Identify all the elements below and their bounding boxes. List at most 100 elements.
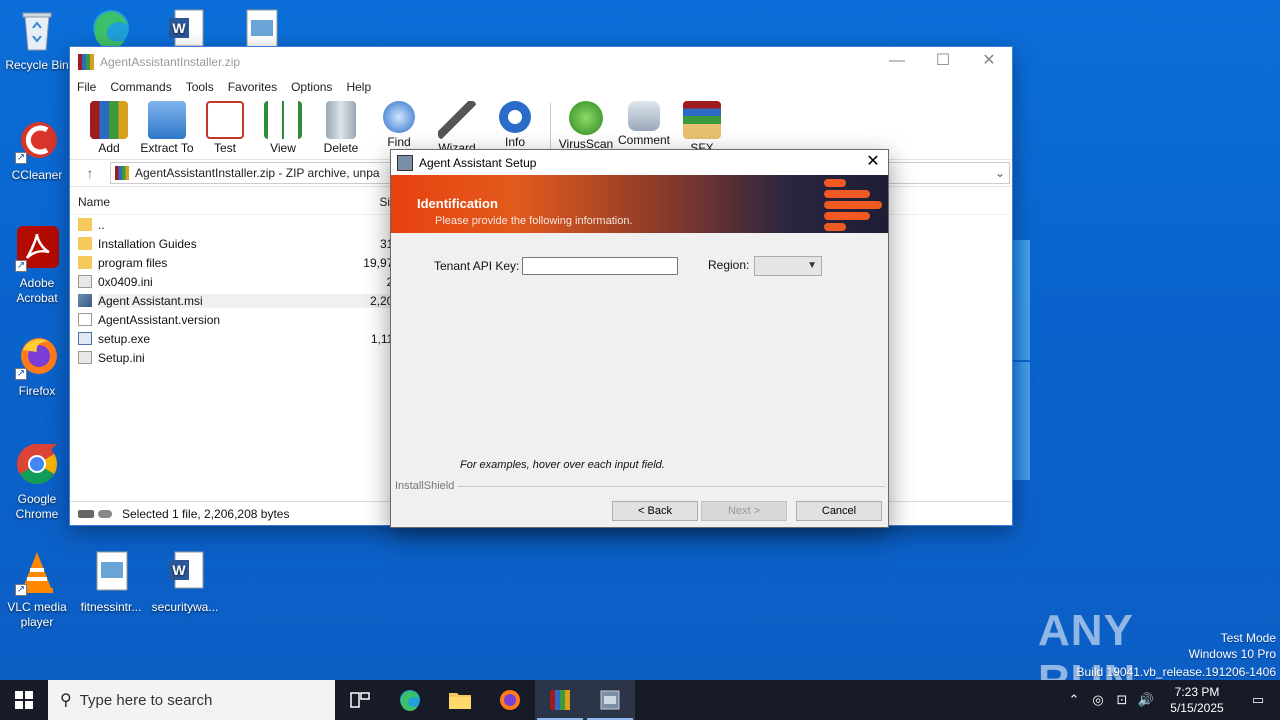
api-key-input[interactable]	[522, 257, 678, 275]
maximize-button[interactable]: ☐	[920, 47, 966, 77]
desktop-icon-label: Adobe Acrobat	[16, 276, 58, 305]
product-logo-icon	[820, 177, 884, 231]
minimize-button[interactable]: —	[874, 47, 920, 77]
menu-help[interactable]: Help	[346, 80, 371, 94]
test-clipboard-icon	[206, 101, 244, 139]
shortcut-arrow-icon: ↗	[15, 368, 27, 380]
desktop-icon-adobe-acrobat[interactable]: ↗ Adobe Acrobat	[0, 224, 74, 306]
menu-commands[interactable]: Commands	[110, 80, 171, 94]
region-label: Region:	[708, 258, 750, 272]
word-document-icon: W	[161, 548, 209, 596]
toolbar-virusscan-button[interactable]: VirusScan	[557, 101, 615, 151]
firefox-icon	[500, 690, 520, 710]
toolbar-label: Delete	[323, 141, 359, 155]
column-header-size[interactable]: Si	[328, 195, 390, 209]
taskbar-setup[interactable]	[585, 680, 635, 720]
desktop-icon-security-doc[interactable]: W securitywa...	[148, 548, 222, 615]
clock-time: 7:23 PM	[1174, 685, 1220, 699]
taskbar-file-explorer[interactable]	[435, 680, 485, 720]
desktop-icon-firefox[interactable]: ↗ Firefox	[0, 332, 74, 399]
adobe-acrobat-icon: ↗	[13, 224, 61, 272]
svg-text:W: W	[172, 20, 186, 36]
winrar-icon	[550, 690, 570, 710]
menu-tools[interactable]: Tools	[186, 80, 214, 94]
winrar-toolbar: Add Extract To Test View Delete Find Wiz…	[70, 97, 1012, 157]
desktop-icon-vlc[interactable]: ↗ VLC media player	[0, 548, 74, 630]
desktop-icon-recycle-bin[interactable]: Recycle Bin	[0, 6, 74, 73]
banner-title: Identification	[417, 196, 498, 211]
installshield-label: InstallShield	[395, 480, 459, 492]
task-view-button[interactable]	[335, 680, 385, 720]
toolbar-sfx-button[interactable]: SFX	[673, 101, 731, 155]
key-icon	[98, 509, 112, 518]
help-hint: For examples, hover over each input fiel…	[460, 459, 665, 471]
start-button[interactable]	[0, 680, 48, 720]
setup-dialog: Agent Assistant Setup ✕ Identification P…	[390, 149, 889, 528]
winrar-titlebar[interactable]: AgentAssistantInstaller.zip	[70, 47, 1012, 77]
toolbar-test-button[interactable]: Test	[196, 101, 254, 155]
toolbar-info-button[interactable]: Info	[486, 101, 544, 149]
toolbar-wizard-button[interactable]: Wizard	[428, 101, 486, 155]
region-select[interactable]: ▼	[754, 256, 822, 276]
setup-titlebar[interactable]: Agent Assistant Setup	[391, 150, 888, 175]
winrar-title: AgentAssistantInstaller.zip	[100, 55, 241, 69]
notification-icon[interactable]: ▭	[1236, 692, 1280, 708]
file-name: Agent Assistant.msi	[98, 293, 346, 308]
find-magnifier-icon	[383, 101, 415, 133]
up-arrow-icon[interactable]: ↑	[70, 165, 110, 181]
firefox-icon: ↗	[13, 332, 61, 380]
shortcut-arrow-icon: ↗	[15, 260, 27, 272]
toolbar-label: Comment	[617, 133, 670, 147]
desktop-icon-google-chrome[interactable]: Google Chrome	[0, 440, 74, 522]
add-archive-icon	[90, 101, 128, 139]
taskbar: ⚲ Type here to search ⌃ ◎ ⊡ 🔊 7:23 PM 5/…	[0, 680, 1280, 720]
wallpaper-beam	[1012, 240, 1030, 360]
taskbar-edge[interactable]	[385, 680, 435, 720]
taskbar-firefox[interactable]	[485, 680, 535, 720]
setup-title: Agent Assistant Setup	[419, 155, 537, 170]
toolbar-add-button[interactable]: Add	[80, 101, 138, 155]
toolbar-extract-button[interactable]: Extract To	[138, 101, 196, 155]
ccleaner-icon: ↗	[13, 116, 61, 164]
winrar-app-icon	[115, 166, 129, 180]
edge-icon	[400, 690, 420, 711]
menu-file[interactable]: File	[77, 80, 96, 94]
installshield-divider: InstallShield	[395, 480, 885, 492]
folder-icon	[78, 218, 92, 231]
chevron-up-icon[interactable]: ⌃	[1062, 692, 1086, 708]
next-button[interactable]: Next >	[701, 501, 787, 521]
info-icon	[499, 101, 531, 133]
column-header-name[interactable]: Name	[74, 195, 328, 209]
ini-file-icon	[78, 351, 92, 364]
drive-icon	[78, 509, 94, 518]
wallpaper-beam	[1012, 362, 1030, 480]
toolbar-find-button[interactable]: Find	[370, 101, 428, 149]
close-button[interactable]: ✕	[966, 47, 1012, 77]
banner-subtitle: Please provide the following information…	[435, 215, 633, 227]
toolbar-comment-button[interactable]: Comment	[615, 101, 673, 147]
setup-close-button[interactable]: ✕	[858, 150, 888, 175]
volume-icon[interactable]: 🔊	[1134, 692, 1158, 708]
menu-favorites[interactable]: Favorites	[228, 80, 277, 94]
taskbar-winrar[interactable]	[535, 680, 585, 720]
menu-options[interactable]: Options	[291, 80, 332, 94]
desktop-icon-label: Google Chrome	[15, 492, 59, 521]
desktop-icon-label: VLC media player	[7, 600, 67, 629]
chevron-down-icon[interactable]: ⌄	[995, 166, 1005, 180]
network-icon[interactable]: ⊡	[1110, 692, 1134, 708]
desktop-icon-label: CCleaner	[11, 168, 63, 182]
clock-date: 5/15/2025	[1170, 701, 1224, 715]
taskbar-search-box[interactable]: ⚲ Type here to search	[48, 680, 335, 720]
winrar-menubar: File Commands Tools Favorites Options He…	[70, 77, 1012, 97]
back-button[interactable]: < Back	[612, 501, 698, 521]
meet-now-icon[interactable]: ◎	[1086, 692, 1110, 708]
desktop-icon-fitness-file[interactable]: fitnessintr...	[74, 548, 148, 615]
desktop-icon-ccleaner[interactable]: ↗ CCleaner	[0, 116, 74, 183]
taskbar-clock[interactable]: 7:23 PM 5/15/2025	[1158, 684, 1236, 716]
cancel-button[interactable]: Cancel	[796, 501, 882, 521]
toolbar-view-button[interactable]: View	[254, 101, 312, 155]
watermark-build: Build 19041.vb_release.191206-1406	[1076, 665, 1277, 679]
windows-logo-icon	[15, 691, 33, 709]
toolbar-delete-button[interactable]: Delete	[312, 101, 370, 155]
folder-icon	[78, 256, 92, 269]
